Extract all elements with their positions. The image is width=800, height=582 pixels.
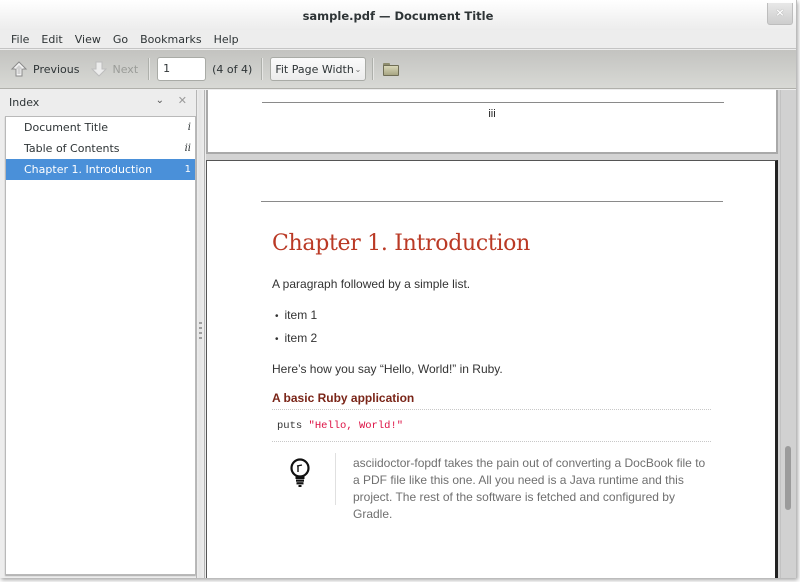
chevron-down-icon[interactable]: ⌄: [156, 95, 164, 106]
title-bar: sample.pdf — Document Title ×: [0, 0, 796, 30]
index-item-page: i: [187, 122, 191, 133]
index-item-page: ii: [184, 143, 191, 154]
sidebar-splitter[interactable]: [196, 90, 205, 578]
lightbulb-icon: [290, 458, 310, 487]
window-title: sample.pdf — Document Title: [302, 9, 494, 23]
menu-help[interactable]: Help: [208, 33, 245, 46]
listing-title: A basic Ruby application: [272, 391, 415, 405]
toolbar-separator: [372, 58, 374, 80]
index-list: Document Title i Table of Contents ii Ch…: [5, 116, 196, 575]
index-item-label: Table of Contents: [24, 142, 120, 155]
code-block: puts "Hello, World!": [277, 420, 403, 432]
next-label: Next: [112, 62, 139, 76]
sidebar-header: Index ⌄ ✕: [0, 90, 196, 115]
arrow-up-icon: [10, 61, 28, 77]
admonition-divider: [335, 453, 336, 505]
chapter-title: Chapter 1. Introduction: [272, 231, 530, 256]
sidebar-title: Index: [9, 96, 40, 109]
listing-top-border: [272, 409, 711, 410]
ruby-paragraph: Here’s how you say “Hello, World!” in Ru…: [272, 362, 503, 376]
index-item-chapter-1[interactable]: Chapter 1. Introduction 1: [6, 159, 195, 180]
menu-file[interactable]: File: [5, 33, 35, 46]
window-close-button[interactable]: ×: [767, 3, 793, 25]
app-window: sample.pdf — Document Title × File Edit …: [0, 0, 797, 578]
toolbar-separator: [148, 58, 150, 80]
menu-edit[interactable]: Edit: [35, 33, 68, 46]
index-item-document-title[interactable]: Document Title i: [6, 117, 195, 138]
list-item: • item 2: [275, 331, 317, 345]
header-rule: [261, 201, 723, 202]
vertical-scrollbar[interactable]: [780, 90, 796, 578]
document-view[interactable]: iii Chapter 1. Introduction A paragraph …: [206, 90, 780, 578]
sidebar: Index ⌄ ✕ Document Title i Table of Cont…: [0, 90, 196, 578]
list-item-text: item 1: [284, 308, 318, 322]
previous-label: Previous: [33, 62, 80, 76]
menu-bar: File Edit View Go Bookmarks Help: [0, 30, 796, 49]
arrow-down-icon: [90, 61, 107, 77]
scrollbar-thumb[interactable]: [785, 446, 791, 510]
tip-text: asciidoctor-fopdf takes the pain out of …: [353, 456, 706, 521]
previous-button[interactable]: Previous: [10, 60, 80, 78]
page-number-input[interactable]: 1: [157, 57, 207, 81]
intro-paragraph: A paragraph followed by a simple list.: [272, 277, 471, 291]
footer-rule: [262, 102, 724, 103]
code-string: "Hello, World!": [308, 420, 404, 432]
zoom-select[interactable]: Fit Page Width ⌄: [270, 57, 367, 81]
page-count-label: (4 of 4): [212, 62, 253, 76]
chevron-down-icon: ⌄: [354, 64, 362, 74]
listing-bottom-border: [272, 441, 711, 442]
index-item-page: 1: [184, 164, 191, 175]
splitter-grip[interactable]: [199, 322, 202, 342]
bullet-icon: •: [275, 334, 279, 345]
index-item-table-of-contents[interactable]: Table of Contents ii: [6, 138, 195, 159]
menu-view[interactable]: View: [69, 33, 107, 46]
code-keyword: puts: [277, 420, 303, 432]
toolbar-separator: [261, 58, 263, 80]
page-number: iii: [488, 108, 496, 120]
bullet-icon: •: [275, 311, 279, 322]
toolbar: Previous Next 1 (4 of 4) Fit Page Width …: [0, 50, 796, 89]
zoom-select-value: Fit Page Width: [275, 62, 354, 76]
menu-bookmarks[interactable]: Bookmarks: [134, 33, 207, 46]
next-button[interactable]: Next: [90, 60, 139, 78]
list-item: • item 1: [275, 308, 317, 322]
index-item-label: Document Title: [24, 121, 109, 134]
folder-icon[interactable]: [383, 62, 400, 76]
menu-go[interactable]: Go: [107, 33, 134, 46]
index-item-label: Chapter 1. Introduction: [24, 163, 153, 176]
close-icon[interactable]: ✕: [178, 94, 187, 107]
current-page: Chapter 1. Introduction A paragraph foll…: [206, 160, 778, 578]
list-item-text: item 2: [284, 331, 318, 345]
previous-page: iii: [206, 90, 778, 154]
